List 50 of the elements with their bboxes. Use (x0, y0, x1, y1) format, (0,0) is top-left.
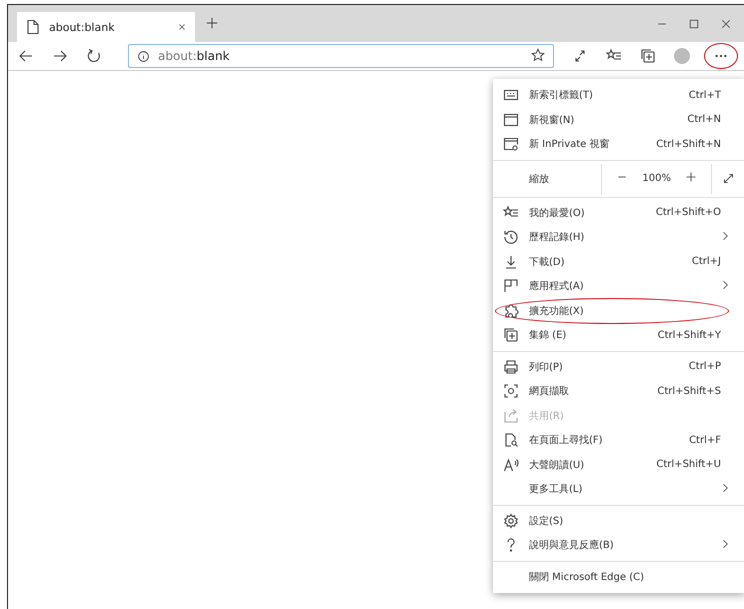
share-icon (503, 408, 519, 424)
refresh-icon (86, 48, 102, 64)
menu-item[interactable]: 應用程式(A) (493, 274, 744, 298)
history-icon (503, 229, 519, 246)
find-page-icon (503, 432, 519, 448)
zoom-level: 100% (642, 173, 671, 184)
menu-item[interactable]: 我的最愛(O) Ctrl+Shift+O (493, 200, 744, 225)
page-icon (25, 19, 41, 35)
menu-item[interactable]: 歷程記錄(H) (493, 225, 744, 250)
forward-icon (52, 48, 68, 64)
menu-item[interactable]: 設定(S) (493, 508, 744, 533)
collections-icon (640, 48, 656, 64)
star-icon (531, 48, 545, 62)
collections-icon (503, 327, 519, 344)
info-icon (137, 50, 150, 62)
menu-item[interactable]: 新視窗(N) Ctrl+N (493, 108, 744, 132)
download-icon (503, 254, 519, 270)
puzzle-icon (503, 302, 519, 319)
menu-item[interactable]: 說明與意見反應(B) (493, 533, 744, 558)
fullscreen-button[interactable] (711, 164, 735, 194)
zoom-label: 縮放 (529, 172, 550, 186)
menu-item[interactable]: 集錦 (E) Ctrl+Shift+Y (493, 323, 744, 348)
private-window-icon (503, 136, 519, 152)
read-aloud-icon (503, 456, 519, 473)
menu-item[interactable]: 新索引標籤(T) Ctrl+T (493, 83, 744, 108)
gear-icon (503, 512, 519, 529)
menu-item[interactable]: 更多工具(L) (493, 477, 744, 502)
url-scheme: about: (158, 49, 197, 63)
back-icon (18, 48, 34, 64)
close-icon (720, 18, 732, 30)
close-icon (177, 22, 187, 32)
menu-item[interactable]: 關閉 Microsoft Edge (C) (493, 564, 744, 589)
browser-tab[interactable]: about:blank (17, 12, 195, 42)
expand-icon (722, 172, 735, 185)
printer-icon (503, 358, 519, 375)
screenshot-icon (503, 383, 519, 400)
menu-item[interactable]: 網頁擷取 Ctrl+Shift+S (493, 379, 744, 404)
menu-item[interactable]: 大聲朗讀(U) Ctrl+Shift+U (493, 452, 744, 477)
menu-item[interactable]: 新 InPrivate 視窗 Ctrl+Shift+N (493, 132, 744, 156)
window-icon (503, 112, 519, 128)
new-tab-icon (205, 16, 219, 30)
apps-icon (503, 278, 519, 294)
menu-item[interactable]: 下載(D) Ctrl+J (493, 250, 744, 274)
maximize-icon (688, 18, 700, 30)
menu-item[interactable]: 擴充功能(X) (493, 298, 744, 323)
menu-item[interactable]: 列印(P) Ctrl+P (493, 354, 744, 379)
menu-item[interactable]: 在頁面上尋找(F) Ctrl+F (493, 428, 744, 452)
plus-icon (685, 171, 697, 183)
url-text: blank (196, 49, 230, 63)
address-bar[interactable]: about:blank (128, 44, 554, 68)
